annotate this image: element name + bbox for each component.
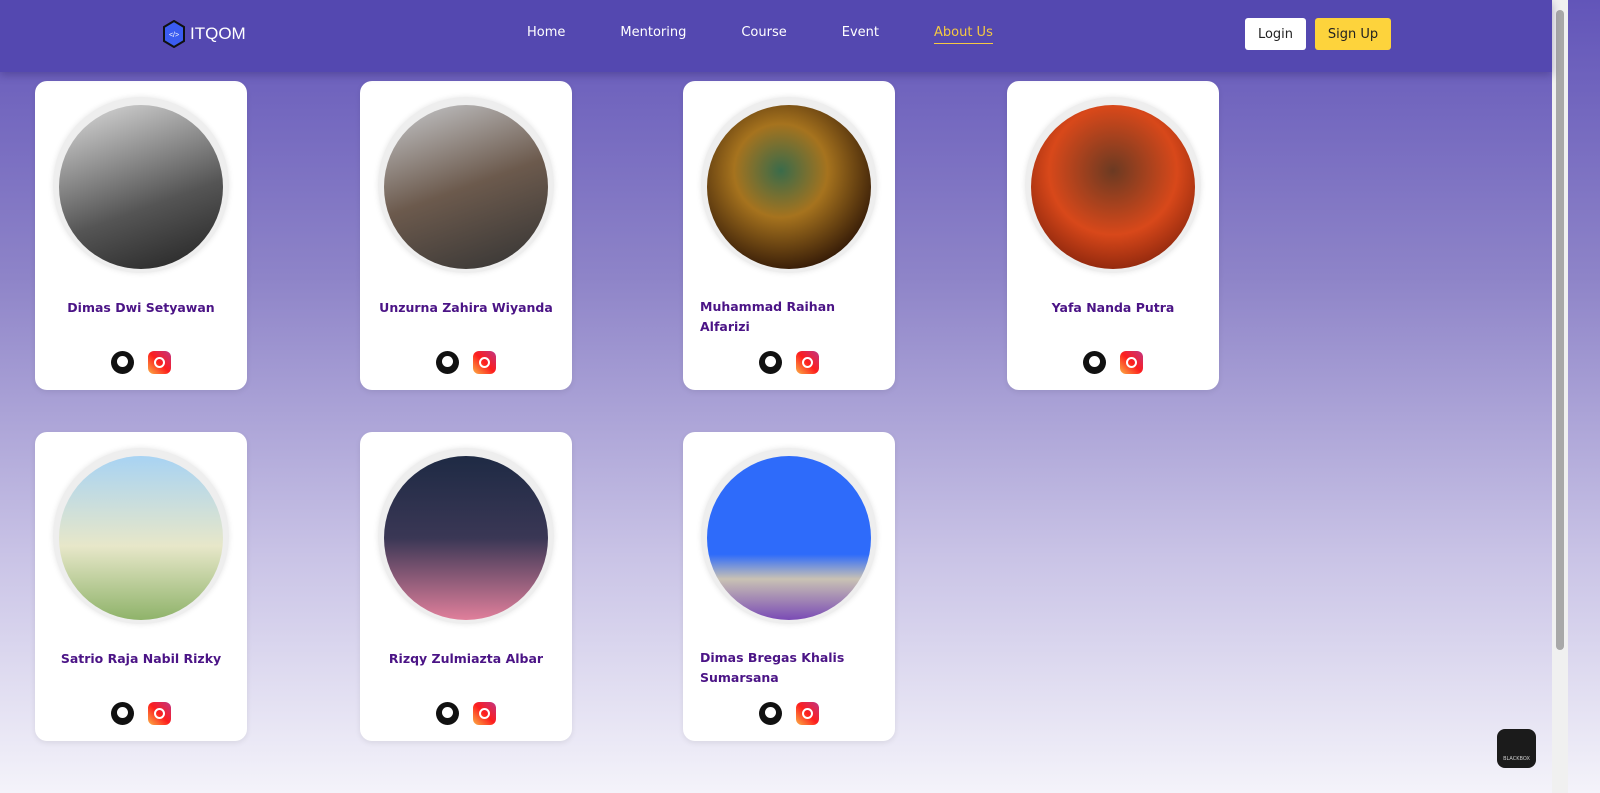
header: </> ITQOM Home Mentoring Course Event Ab… [0, 0, 1552, 72]
github-icon[interactable] [436, 702, 459, 725]
social-links [683, 702, 895, 725]
brand-logo[interactable]: </> ITQOM [163, 20, 246, 48]
github-icon[interactable] [759, 702, 782, 725]
instagram-icon[interactable] [796, 351, 819, 374]
nav-course[interactable]: Course [741, 25, 786, 44]
avatar [53, 448, 229, 624]
avatar [701, 448, 877, 624]
team-card: Satrio Raja Nabil Rizky [35, 432, 247, 741]
nav-about-us[interactable]: About Us [933, 25, 993, 44]
member-name-wrap: Dimas Bregas Khalis Sumarsana [700, 648, 878, 688]
scrollbar-thumb[interactable] [1556, 10, 1564, 650]
instagram-icon[interactable] [796, 702, 819, 725]
login-button[interactable]: Login [1245, 18, 1306, 50]
team-card: Unzurna Zahira Wiyanda [360, 81, 572, 390]
nav-event[interactable]: Event [842, 25, 879, 44]
member-name: Dimas Bregas Khalis Sumarsana [700, 650, 845, 685]
member-name-wrap: Satrio Raja Nabil Rizky [52, 648, 230, 669]
instagram-icon[interactable] [148, 351, 171, 374]
team-card: Muhammad Raihan Alfarizi [683, 81, 895, 390]
social-links [35, 702, 247, 725]
github-icon[interactable] [1083, 351, 1106, 374]
social-links [360, 702, 572, 725]
blackbox-widget[interactable]: BLACKBOX [1497, 729, 1536, 768]
avatar [53, 97, 229, 273]
avatar-photo [59, 105, 223, 269]
social-links [35, 351, 247, 374]
svg-text:</>: </> [169, 32, 179, 39]
avatar-photo [59, 456, 223, 620]
team-card: Yafa Nanda Putra [1007, 81, 1219, 390]
avatar [1025, 97, 1201, 273]
social-links [683, 351, 895, 374]
member-name: Muhammad Raihan Alfarizi [700, 299, 836, 334]
member-name-wrap: Muhammad Raihan Alfarizi [700, 297, 878, 337]
avatar-photo [707, 105, 871, 269]
member-name: Rizqy Zulmiazta Albar [388, 651, 544, 666]
member-name-wrap: Yafa Nanda Putra [1024, 297, 1202, 318]
brand-name: ITQOM [190, 24, 246, 43]
github-icon[interactable] [111, 351, 134, 374]
avatar [378, 448, 554, 624]
member-name: Yafa Nanda Putra [1051, 300, 1175, 315]
team-card: Dimas Dwi Setyawan [35, 81, 247, 390]
github-icon[interactable] [436, 351, 459, 374]
team-card: Rizqy Zulmiazta Albar [360, 432, 572, 741]
member-name: Dimas Dwi Setyawan [67, 300, 215, 315]
social-links [1007, 351, 1219, 374]
instagram-icon[interactable] [1120, 351, 1143, 374]
member-name-wrap: Dimas Dwi Setyawan [52, 297, 230, 318]
member-name-wrap: Rizqy Zulmiazta Albar [377, 648, 555, 669]
instagram-icon[interactable] [473, 702, 496, 725]
instagram-icon[interactable] [148, 702, 171, 725]
avatar-photo [384, 105, 548, 269]
signup-button[interactable]: Sign Up [1315, 18, 1391, 50]
github-icon[interactable] [111, 702, 134, 725]
member-name-wrap: Unzurna Zahira Wiyanda [377, 297, 555, 318]
github-icon[interactable] [759, 351, 782, 374]
team-card: Dimas Bregas Khalis Sumarsana [683, 432, 895, 741]
avatar-photo [384, 456, 548, 620]
avatar [378, 97, 554, 273]
member-name: Unzurna Zahira Wiyanda [379, 300, 553, 315]
blackbox-label: BLACKBOX [1503, 756, 1530, 762]
instagram-icon[interactable] [473, 351, 496, 374]
avatar-photo [1031, 105, 1195, 269]
nav-mentoring[interactable]: Mentoring [620, 25, 686, 44]
code-hexagon-icon: </> [163, 20, 185, 48]
avatar [701, 97, 877, 273]
main-nav: Home Mentoring Course Event About Us [527, 25, 1048, 44]
member-name: Satrio Raja Nabil Rizky [60, 651, 222, 666]
nav-home[interactable]: Home [527, 25, 565, 44]
avatar-photo [707, 456, 871, 620]
social-links [360, 351, 572, 374]
